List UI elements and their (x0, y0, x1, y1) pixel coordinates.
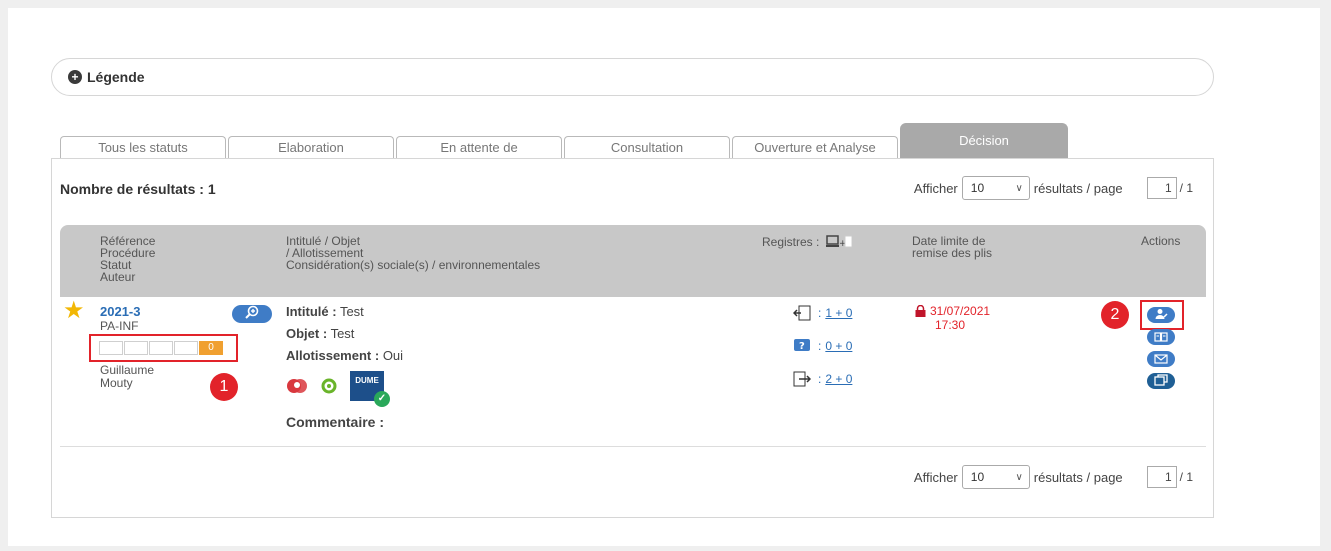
allot-label: Allotissement : (286, 348, 380, 363)
comment-label: Commentaire : (286, 414, 385, 430)
table-header: Référence Procédure Statut Auteur Intitu… (60, 225, 1206, 297)
author-name: Guillaume Mouty (100, 364, 154, 390)
download-register-icon (792, 304, 812, 322)
afficher-label: Afficher (913, 180, 958, 196)
reference-link[interactable]: 2021-3 (100, 304, 140, 319)
register-depots-link[interactable]: 2 + 0 (825, 372, 852, 386)
zoom-details-button[interactable] (232, 305, 272, 323)
check-icon: ✓ (374, 391, 390, 407)
user-decision-button[interactable] (1147, 307, 1175, 323)
intitule-line: Intitulé : Test (286, 304, 364, 319)
register-questions-link[interactable]: 0 + 0 (825, 339, 852, 353)
deadline-date: 31/07/2021 (930, 304, 991, 318)
objet-value: Test (330, 326, 355, 341)
register-colon: : (818, 306, 822, 320)
register-colon: : (818, 372, 822, 386)
register-questions: ? : 0 + 0 (792, 337, 852, 355)
send-mail-button[interactable] (1147, 351, 1175, 367)
register-retraits-link[interactable]: 1 + 0 (825, 306, 852, 320)
environmental-consideration-icon (318, 375, 340, 397)
folder-copy-icon (1154, 373, 1168, 389)
chevron-down-icon: ∨ (1015, 182, 1023, 194)
question-register-icon: ? (792, 337, 812, 355)
dume-label: DUME (355, 376, 379, 385)
page-total: / 1 (1179, 470, 1193, 484)
computer-register-icon: + (825, 235, 853, 251)
tab-elaboration[interactable]: Elaboration (228, 136, 394, 159)
intitule-value: Test (339, 304, 364, 319)
register-colon: : (818, 339, 822, 353)
tab-tous-les-statuts[interactable]: Tous les statuts (60, 136, 226, 159)
annotation-badge-1: 1 (210, 373, 238, 401)
status-cell-current: 0 (199, 341, 223, 355)
register-depots: : 2 + 0 (792, 370, 852, 388)
per-page-suffix: résultats / page (1033, 180, 1123, 196)
open-book-button[interactable] (1147, 329, 1175, 345)
tab-consultation[interactable]: Consultation (564, 136, 730, 159)
header-registres: Registres : + (762, 235, 853, 251)
per-page-value: 10 (970, 470, 985, 484)
allot-value: Oui (382, 348, 404, 363)
status-cell (124, 341, 148, 355)
deadline-time: 17:30 (935, 318, 966, 332)
book-icon (1154, 330, 1168, 345)
per-page-select[interactable]: 10 ∨ (961, 465, 1030, 489)
status-cell (99, 341, 123, 355)
chevron-down-icon: ∨ (1015, 471, 1023, 483)
tab-ouverture-et-analyse[interactable]: Ouverture et Analyse (732, 136, 898, 159)
status-cell (149, 341, 173, 355)
envelope-icon (1154, 352, 1168, 367)
social-consideration-icon (286, 375, 308, 397)
header-line: remise des plis (912, 246, 993, 260)
status-cell (174, 341, 198, 355)
header-date-limite[interactable]: Date limite de remise des plis (912, 235, 992, 259)
header-line: Considération(s) sociale(s) / environnem… (286, 258, 541, 272)
star-icon[interactable]: ★ (63, 299, 85, 323)
objet-label: Objet : (286, 326, 328, 341)
per-page-value: 10 (970, 181, 985, 195)
dume-icon[interactable]: DUME ✓ (350, 371, 390, 407)
considerations-icons: DUME ✓ (286, 371, 390, 407)
header-intitule[interactable]: Intitulé / Objet / Allotissement Considé… (286, 235, 540, 271)
objet-line: Objet : Test (286, 326, 354, 341)
user-edit-icon (1154, 308, 1168, 323)
open-folder-button[interactable] (1147, 373, 1175, 389)
allotissement-line: Allotissement : Oui (286, 348, 403, 363)
register-retraits: : 1 + 0 (792, 304, 852, 322)
afficher-label: Afficher (913, 469, 958, 485)
plus-circle-icon[interactable]: + (68, 70, 82, 84)
svg-text:?: ? (799, 341, 805, 352)
legend-label[interactable]: Légende (87, 69, 145, 85)
deposit-register-icon (792, 370, 812, 388)
table-row: ★ 2021-3 PA-INF 0 Guillaume Mouty 1 Inti… (60, 297, 1206, 447)
header-line: Auteur (100, 270, 136, 284)
page-total: / 1 (1179, 181, 1193, 195)
procedure-type: PA-INF (100, 319, 139, 333)
pager-bottom: Afficher 10 ∨ résultats / page 1 / 1 (914, 465, 1193, 489)
deadline: 31/07/2021 17:30 (915, 304, 991, 332)
status-progress: 0 (99, 341, 224, 355)
header-reference[interactable]: Référence Procédure Statut Auteur (100, 235, 155, 283)
lock-icon (915, 304, 926, 319)
annotation-badge-2: 2 (1101, 301, 1129, 329)
tab-en-attente-de[interactable]: En attente de (396, 136, 562, 159)
results-panel: Nombre de résultats : 1 Afficher 10 ∨ ré… (51, 158, 1214, 518)
header-actions: Actions (1141, 234, 1181, 248)
zoom-in-icon (244, 305, 260, 322)
page: + Légende Tous les statuts Elaboration E… (8, 8, 1320, 546)
pager-top: Afficher 10 ∨ résultats / page 1 / 1 (914, 176, 1193, 200)
header-line: Registres : (762, 235, 820, 250)
page-number-input[interactable]: 1 (1146, 177, 1177, 199)
results-count: Nombre de résultats : 1 (60, 181, 216, 197)
per-page-suffix: résultats / page (1033, 469, 1123, 485)
page-number-input[interactable]: 1 (1146, 466, 1177, 488)
per-page-select[interactable]: 10 ∨ (961, 176, 1030, 200)
legend-bar[interactable]: + Légende (51, 58, 1214, 96)
status-tabs: Tous les statuts Elaboration En attente … (60, 123, 1080, 159)
tab-decision[interactable]: Décision (900, 123, 1068, 159)
author-last: Mouty (100, 376, 133, 390)
intitule-label: Intitulé : (286, 304, 337, 319)
